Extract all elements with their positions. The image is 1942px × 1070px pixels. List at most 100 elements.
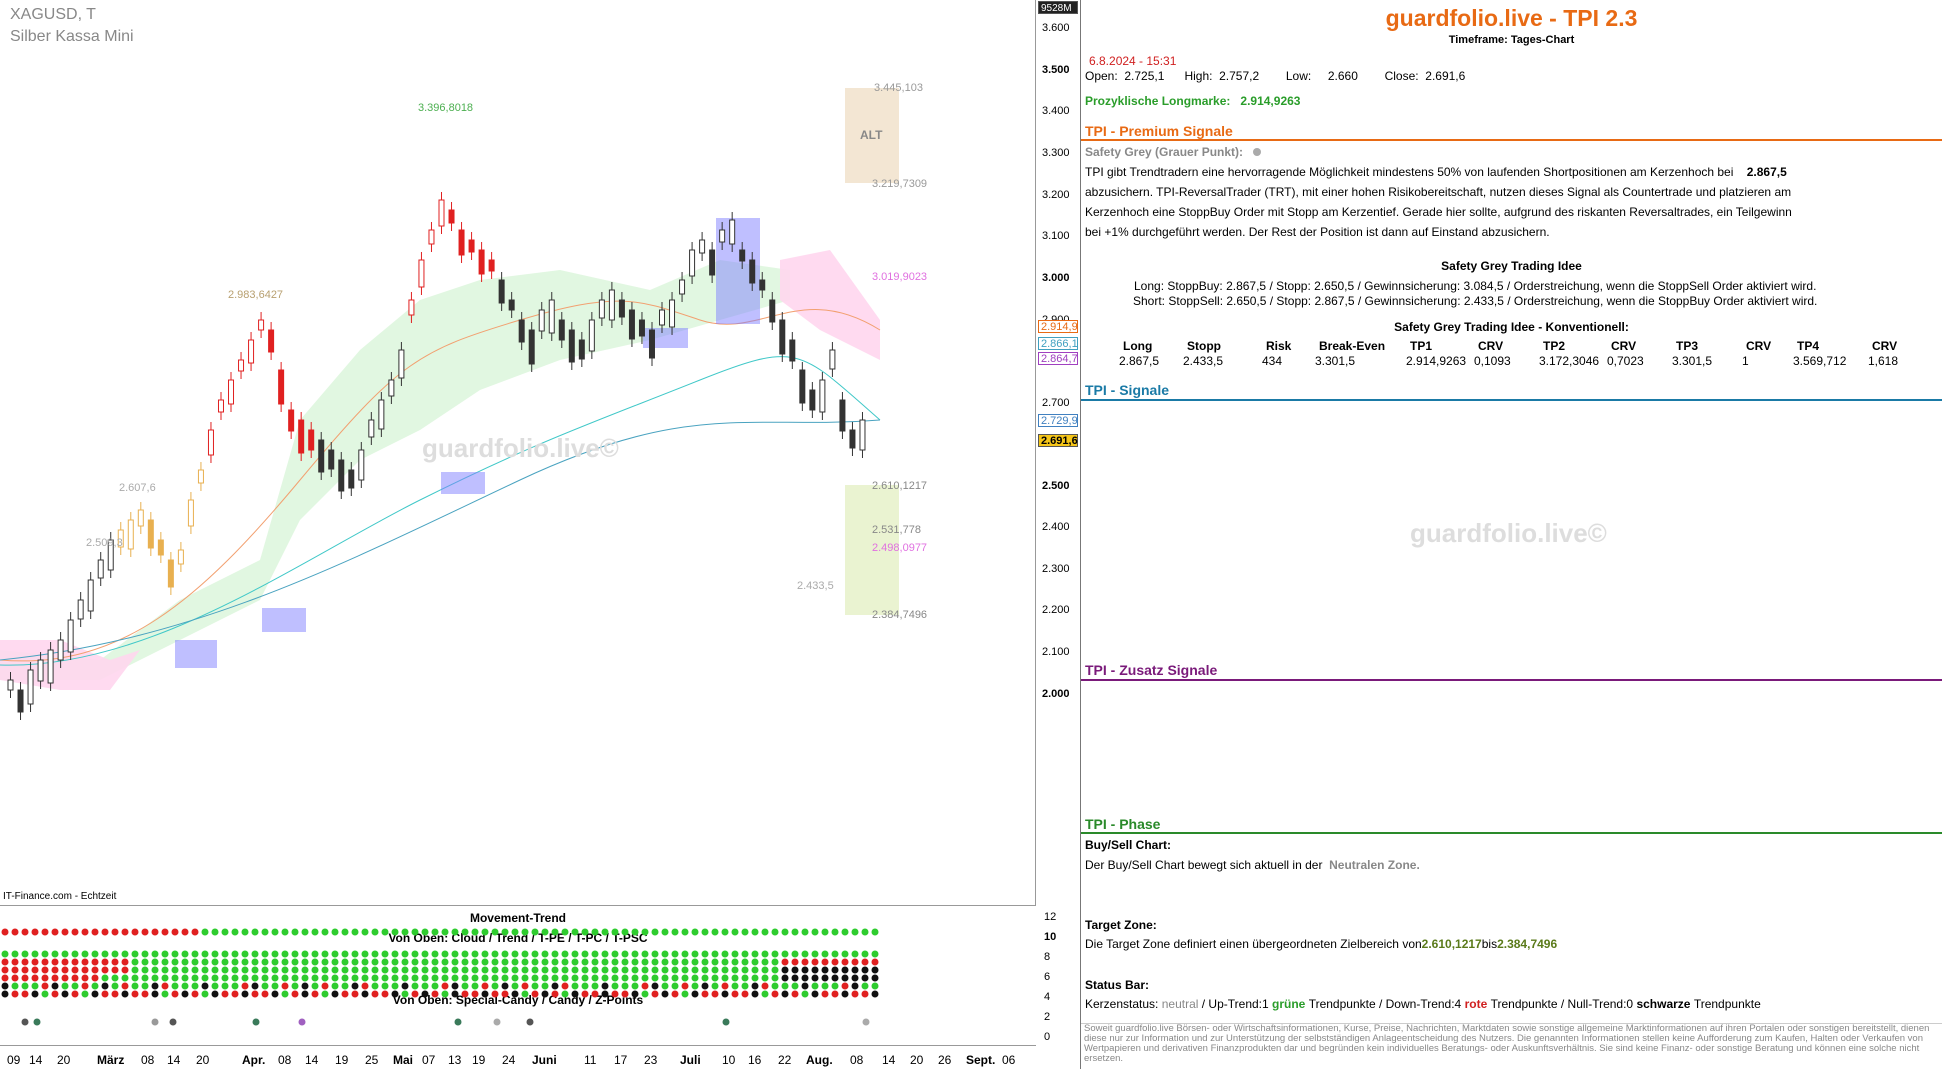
candle bbox=[749, 259, 756, 284]
trend-dot bbox=[711, 950, 719, 958]
y-tick-label: 2.500 bbox=[1042, 480, 1070, 492]
trend-dot bbox=[71, 974, 79, 982]
trend-dot bbox=[731, 990, 739, 998]
datetime: 6.8.2024 - 15:31 bbox=[1089, 54, 1177, 68]
trend-dot bbox=[711, 982, 719, 990]
trend-dot bbox=[1, 990, 9, 998]
trend-dot bbox=[31, 928, 39, 936]
konv-value: 0,1093 bbox=[1474, 354, 1511, 368]
trend-dot bbox=[511, 928, 519, 936]
low-label: Low: bbox=[1285, 69, 1312, 83]
trend-dot bbox=[411, 974, 419, 982]
trend-dot bbox=[531, 990, 539, 998]
trend-dot bbox=[101, 990, 109, 998]
trend-dot bbox=[611, 982, 619, 990]
trend-dot bbox=[91, 974, 99, 982]
trend-dot bbox=[521, 974, 529, 982]
trend-dot bbox=[201, 958, 209, 966]
trend-dot bbox=[821, 950, 829, 958]
z-point bbox=[722, 1018, 730, 1026]
trend-dot bbox=[201, 928, 209, 936]
trend-dot bbox=[261, 974, 269, 982]
konv-value: 2.867,5 bbox=[1119, 354, 1160, 368]
trend-dot bbox=[151, 950, 159, 958]
trend-dot bbox=[181, 966, 189, 974]
x-tick-label: 20 bbox=[196, 1053, 210, 1067]
trend-dot bbox=[311, 950, 319, 958]
trend-dot bbox=[411, 950, 419, 958]
y-tick-label: 3.600 bbox=[1042, 22, 1070, 34]
x-tick-label: 19 bbox=[335, 1053, 349, 1067]
trend-dot bbox=[771, 974, 779, 982]
trend-dot bbox=[521, 928, 529, 936]
price-tag-ma3: 2.729,9 bbox=[1038, 414, 1078, 427]
trend-dot bbox=[71, 982, 79, 990]
trend-dot bbox=[191, 958, 199, 966]
status-neutral: neutral bbox=[1161, 997, 1199, 1011]
trend-dot bbox=[561, 950, 569, 958]
trend-dot bbox=[501, 974, 509, 982]
trend-dot bbox=[631, 928, 639, 936]
x-tick-label: 10 bbox=[722, 1053, 736, 1067]
y-tick-label: 2.100 bbox=[1042, 646, 1070, 658]
trend-dot bbox=[591, 982, 599, 990]
trend-dot bbox=[721, 974, 729, 982]
price-chart[interactable]: XAGUSD, T Silber Kassa Mini ALT 3.445,10… bbox=[0, 0, 1036, 906]
zone-box bbox=[441, 472, 485, 494]
konv-value: 3.172,3046 bbox=[1539, 354, 1600, 368]
trend-dot bbox=[541, 950, 549, 958]
trend-dot bbox=[831, 982, 839, 990]
zone-box bbox=[262, 608, 306, 632]
trend-dot bbox=[521, 966, 529, 974]
trend-dot bbox=[261, 950, 269, 958]
trend-dot bbox=[161, 950, 169, 958]
trend-dot bbox=[351, 974, 359, 982]
trend-dot bbox=[861, 958, 869, 966]
trend-dot bbox=[281, 974, 289, 982]
candle bbox=[438, 199, 445, 227]
trend-dot bbox=[511, 974, 519, 982]
trend-dot bbox=[411, 982, 419, 990]
trend-dot bbox=[681, 958, 689, 966]
trend-dot bbox=[361, 958, 369, 966]
trend-dot bbox=[801, 950, 809, 958]
candle bbox=[157, 539, 164, 556]
trend-dot bbox=[41, 928, 49, 936]
trend-dot bbox=[631, 966, 639, 974]
indicator-y-tick: 4 bbox=[1044, 991, 1051, 1003]
trend-dot bbox=[21, 974, 29, 982]
konv-value: 2.433,5 bbox=[1183, 354, 1224, 368]
candle bbox=[508, 299, 515, 311]
candle bbox=[408, 299, 415, 316]
trend-dot bbox=[11, 928, 19, 936]
indicator-pane[interactable]: Movement-Trend Von Oben: Cloud / Trend /… bbox=[0, 906, 1036, 1046]
trend-dot bbox=[321, 958, 329, 966]
trend-dot bbox=[451, 966, 459, 974]
disclaimer: Soweit guardfolio.live Börsen- oder Wirt… bbox=[1081, 1023, 1942, 1064]
trend-dot bbox=[541, 928, 549, 936]
x-tick-label: 11 bbox=[584, 1053, 597, 1067]
trend-dot bbox=[601, 974, 609, 982]
trend-dot bbox=[731, 928, 739, 936]
x-tick-label: 14 bbox=[882, 1053, 896, 1067]
candle bbox=[859, 419, 866, 451]
trend-dot bbox=[871, 928, 879, 936]
trend-dot bbox=[831, 928, 839, 936]
trend-dot bbox=[741, 958, 749, 966]
trend-dot bbox=[441, 928, 449, 936]
trend-dot bbox=[331, 974, 339, 982]
trend-dot bbox=[191, 928, 199, 936]
trend-dot bbox=[601, 950, 609, 958]
trend-dot bbox=[741, 982, 749, 990]
trend-dot bbox=[201, 982, 209, 990]
trend-dot bbox=[251, 982, 259, 990]
trend-dot bbox=[421, 928, 429, 936]
trend-dot bbox=[481, 990, 489, 998]
indicator-y-tick: 6 bbox=[1044, 971, 1051, 983]
price-annotation: 2.531,778 bbox=[872, 524, 921, 536]
trend-dot bbox=[401, 950, 409, 958]
trend-dot bbox=[341, 974, 349, 982]
trend-dot bbox=[171, 928, 179, 936]
trend-dot bbox=[361, 990, 369, 998]
trend-dot bbox=[1, 928, 9, 936]
